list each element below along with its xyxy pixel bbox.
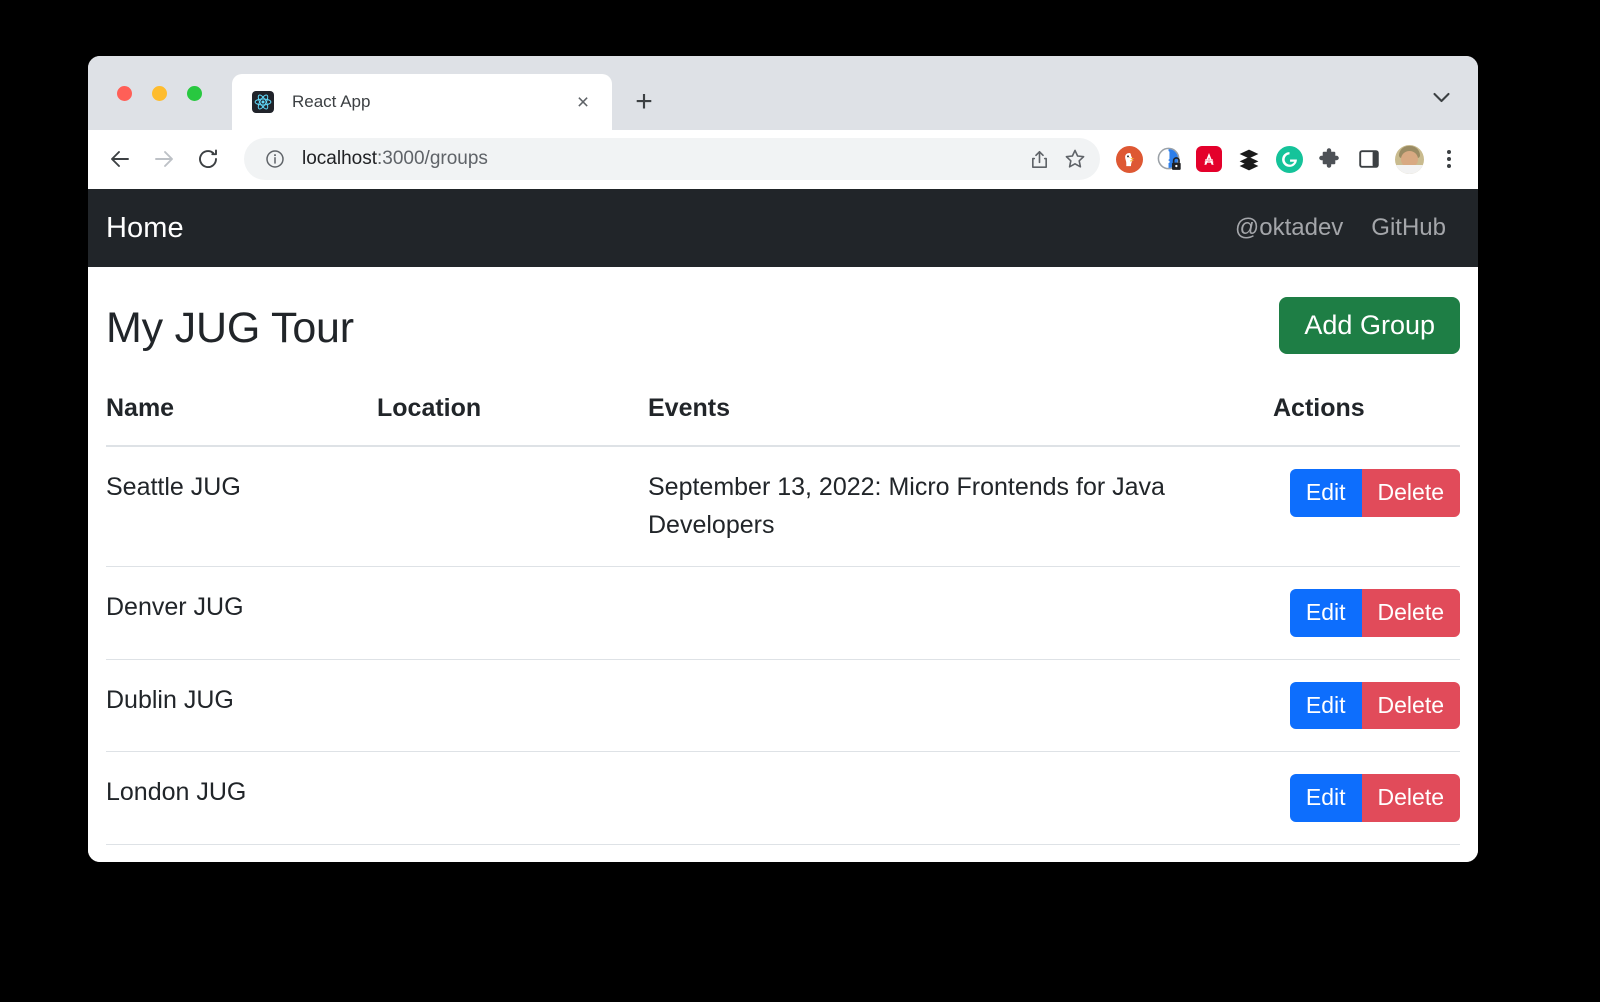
delete-button[interactable]: Delete bbox=[1362, 774, 1460, 822]
page-title: My JUG Tour bbox=[106, 304, 354, 353]
kebab-menu-icon[interactable] bbox=[1434, 142, 1464, 176]
column-header-actions: Actions bbox=[1273, 394, 1460, 446]
add-group-button[interactable]: Add Group bbox=[1279, 297, 1460, 354]
main-container: My JUG Tour Add Group Name Location Even… bbox=[88, 267, 1478, 845]
edit-button[interactable]: Edit bbox=[1290, 774, 1362, 822]
cell-name: Seattle JUG bbox=[106, 446, 377, 567]
avatar[interactable] bbox=[1392, 142, 1426, 176]
share-icon[interactable] bbox=[1022, 142, 1056, 176]
buffer-icon[interactable] bbox=[1232, 142, 1266, 176]
app-navbar: Home @oktadev GitHub bbox=[88, 189, 1478, 267]
address-bar[interactable]: localhost:3000/groups bbox=[244, 138, 1100, 180]
side-panel-icon[interactable] bbox=[1352, 142, 1386, 176]
cell-events bbox=[648, 567, 1273, 660]
page-content: Home @oktadev GitHub My JUG Tour Add Gro… bbox=[88, 189, 1478, 862]
browser-tab-title: React App bbox=[292, 92, 570, 112]
row-action-button-group: Edit Delete bbox=[1290, 682, 1460, 730]
duckduckgo-icon[interactable] bbox=[1112, 142, 1146, 176]
cell-actions: Edit Delete bbox=[1273, 659, 1460, 752]
cell-events bbox=[648, 659, 1273, 752]
cell-location bbox=[377, 567, 648, 660]
browser-toolbar: localhost:3000/groups bbox=[88, 130, 1478, 189]
url-host: localhost bbox=[302, 148, 377, 169]
puzzle-extensions-icon[interactable] bbox=[1312, 142, 1346, 176]
browser-tab-strip: React App × + bbox=[88, 56, 1478, 130]
browser-window: React App × + bbox=[88, 56, 1478, 862]
back-arrow-icon[interactable] bbox=[98, 137, 142, 181]
reload-icon[interactable] bbox=[186, 137, 230, 181]
new-tab-button[interactable]: + bbox=[628, 86, 660, 118]
acrobat-icon[interactable] bbox=[1192, 142, 1226, 176]
groups-table-head: Name Location Events Actions bbox=[106, 394, 1460, 446]
extensions-bar bbox=[1112, 142, 1464, 176]
cell-location bbox=[377, 446, 648, 567]
cell-actions: Edit Delete bbox=[1273, 567, 1460, 660]
table-row: Dublin JUG Edit Delete bbox=[106, 659, 1460, 752]
cell-actions: Edit Delete bbox=[1273, 446, 1460, 567]
column-header-name: Name bbox=[106, 394, 377, 446]
address-bar-url: localhost:3000/groups bbox=[302, 148, 1022, 170]
groups-table-body: Seattle JUG September 13, 2022: Micro Fr… bbox=[106, 446, 1460, 844]
delete-button[interactable]: Delete bbox=[1362, 589, 1460, 637]
cell-location bbox=[377, 659, 648, 752]
nav-link-oktadev[interactable]: @oktadev bbox=[1235, 214, 1343, 242]
column-header-location: Location bbox=[377, 394, 648, 446]
url-path: :3000/groups bbox=[377, 148, 488, 169]
navbar-links: @oktadev GitHub bbox=[1235, 214, 1446, 242]
edit-button[interactable]: Edit bbox=[1290, 469, 1362, 517]
cell-name: Dublin JUG bbox=[106, 659, 377, 752]
groups-table: Name Location Events Actions Seattle JUG… bbox=[106, 394, 1460, 845]
close-window-button[interactable] bbox=[117, 86, 132, 101]
cell-events: September 13, 2022: Micro Frontends for … bbox=[648, 446, 1273, 567]
privacy-lock-icon[interactable] bbox=[1152, 142, 1186, 176]
react-logo-icon bbox=[252, 91, 274, 113]
nav-link-github[interactable]: GitHub bbox=[1371, 214, 1446, 242]
info-circle-icon[interactable] bbox=[264, 148, 286, 170]
browser-tab[interactable]: React App × bbox=[232, 74, 612, 130]
cell-name: Denver JUG bbox=[106, 567, 377, 660]
cell-events bbox=[648, 752, 1273, 845]
star-icon[interactable] bbox=[1058, 142, 1092, 176]
row-action-button-group: Edit Delete bbox=[1290, 589, 1460, 637]
navbar-brand-home[interactable]: Home bbox=[106, 212, 184, 245]
table-row: Denver JUG Edit Delete bbox=[106, 567, 1460, 660]
cell-location bbox=[377, 752, 648, 845]
row-action-button-group: Edit Delete bbox=[1290, 774, 1460, 822]
delete-button[interactable]: Delete bbox=[1362, 469, 1460, 517]
close-tab-button[interactable]: × bbox=[570, 89, 596, 115]
omnibox-actions bbox=[1022, 142, 1092, 176]
cell-actions: Edit Delete bbox=[1273, 752, 1460, 845]
chevron-down-icon[interactable] bbox=[1428, 84, 1454, 110]
page-header: My JUG Tour Add Group bbox=[106, 297, 1460, 354]
column-header-events: Events bbox=[648, 394, 1273, 446]
grammarly-icon[interactable] bbox=[1272, 142, 1306, 176]
cell-name: London JUG bbox=[106, 752, 377, 845]
edit-button[interactable]: Edit bbox=[1290, 589, 1362, 637]
table-row: Seattle JUG September 13, 2022: Micro Fr… bbox=[106, 446, 1460, 567]
minimize-window-button[interactable] bbox=[152, 86, 167, 101]
edit-button[interactable]: Edit bbox=[1290, 682, 1362, 730]
forward-arrow-icon[interactable] bbox=[142, 137, 186, 181]
table-row: London JUG Edit Delete bbox=[106, 752, 1460, 845]
table-header-row: Name Location Events Actions bbox=[106, 394, 1460, 446]
window-traffic-lights bbox=[117, 86, 202, 101]
row-action-button-group: Edit Delete bbox=[1290, 469, 1460, 517]
zoom-window-button[interactable] bbox=[187, 86, 202, 101]
delete-button[interactable]: Delete bbox=[1362, 682, 1460, 730]
